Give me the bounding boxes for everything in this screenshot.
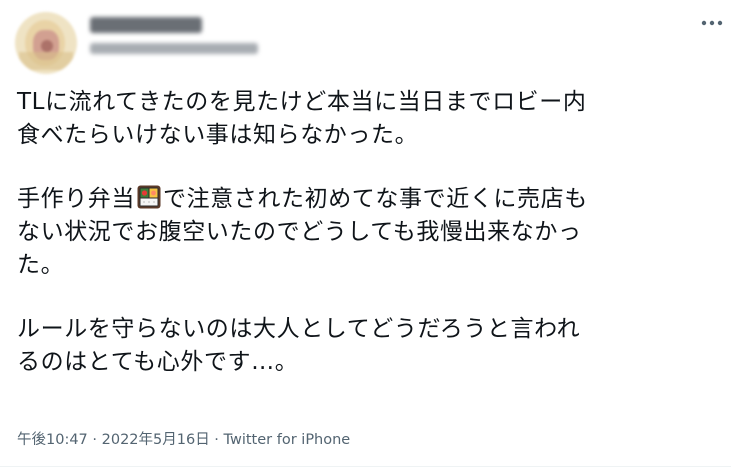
author-info[interactable]: [90, 14, 258, 54]
tweet-text-line: ルールを守らないのは大人としてどうだろうと言われ: [17, 316, 581, 342]
more-horizontal-icon: [701, 20, 723, 26]
tweet-text-line: TLに流れてきたのを見たけど本当に当日までロビー内: [17, 89, 587, 115]
tweet-time[interactable]: 午後10:47: [17, 432, 88, 448]
meta-separator: ·: [209, 432, 224, 448]
tweet-text-line: た。: [17, 252, 65, 278]
meta-separator: ·: [87, 432, 102, 448]
author-handle-blurred[interactable]: [90, 43, 258, 54]
tweet-text-line: るのはとても心外です…。: [17, 349, 299, 375]
more-button[interactable]: [698, 13, 726, 33]
author-avatar[interactable]: [15, 12, 77, 74]
divider: [0, 466, 731, 467]
author-display-name-blurred[interactable]: [90, 17, 202, 33]
tweet-text-line: 食べたらいけない事は知らなかった。: [17, 122, 419, 148]
tweet-text: TLに流れてきたのを見たけど本当に当日までロビー内 食べたらいけない事は知らなか…: [17, 86, 722, 379]
tweet-text-segment: で注意された初めてな事で近くに売店も: [163, 186, 588, 212]
tweet-date[interactable]: 2022年5月16日: [102, 432, 210, 448]
tweet-text-line: 手作り弁当 で注意された初めてな事で近くに売店も: [17, 183, 722, 216]
tweet-text-segment: 手作り弁当: [17, 186, 135, 212]
bento-box-icon: [137, 185, 161, 209]
tweet-text-line: ない状況でお腹空いたのでどうしても我慢出来なかっ: [17, 219, 582, 245]
tweet-card: TLに流れてきたのを見たけど本当に当日までロビー内 食べたらいけない事は知らなか…: [0, 0, 731, 473]
tweet-meta: 午後10:47 · 2022年5月16日 · Twitter for iPhon…: [17, 428, 350, 449]
tweet-source[interactable]: Twitter for iPhone: [224, 432, 351, 448]
